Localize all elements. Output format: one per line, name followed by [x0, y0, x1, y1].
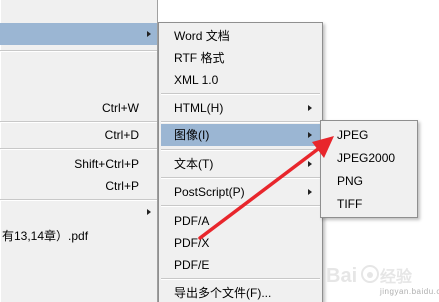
menu-item-recent-file[interactable]: 有13,14章）.pdf — [0, 225, 157, 247]
menu-item-xml[interactable]: XML 1.0 — [161, 69, 320, 91]
submenu-arrow-icon — [308, 132, 312, 138]
menu-item-save-as[interactable] — [0, 23, 157, 45]
image-format-submenu: JPEG JPEG2000 PNG TIFF — [320, 120, 418, 218]
menu-item-label: JPEG — [337, 128, 369, 142]
menu-item-label: PDF/E — [174, 258, 210, 272]
menu-item-label: TIFF — [337, 197, 363, 211]
menu-item-print[interactable]: Ctrl+P — [0, 175, 157, 197]
menu-separator — [0, 50, 157, 52]
menu-item-png[interactable]: PNG — [323, 170, 415, 192]
shortcut-label: Shift+Ctrl+P — [74, 157, 139, 171]
menu-item-label: JPEG2000 — [337, 151, 396, 165]
menu-item-rtf[interactable]: RTF 格式 — [161, 47, 320, 69]
save-as-submenu: Word 文档 RTF 格式 XML 1.0 HTML(H) 图像(I) 文本(… — [158, 22, 323, 302]
menu-separator — [161, 278, 320, 280]
recent-file-label: 有13,14章）.pdf — [2, 229, 89, 243]
shortcut-label: Ctrl+D — [104, 128, 139, 142]
menu-item-label: XML 1.0 — [174, 73, 219, 87]
menu-item-label: 文本(T) — [174, 157, 214, 171]
menu-item-html[interactable]: HTML(H) — [161, 97, 320, 119]
menu-item-image[interactable]: 图像(I) — [161, 124, 320, 146]
menu-item-jpeg2000[interactable]: JPEG2000 — [323, 147, 415, 169]
menu-item-label: PDF/A — [174, 214, 210, 228]
menu-item-label: PNG — [337, 174, 364, 188]
menu-item-tiff[interactable]: TIFF — [323, 193, 415, 215]
menu-item-label: 图像(I) — [174, 128, 210, 142]
watermark-url: jingyan.baidu.com — [380, 287, 439, 296]
menu-item-recent-files[interactable] — [0, 201, 157, 223]
menu-item-pdfa[interactable]: PDF/A — [161, 210, 320, 232]
submenu-arrow-icon — [147, 31, 151, 37]
svg-text:Bai: Bai — [326, 265, 357, 287]
menu-item-close[interactable]: Ctrl+W — [0, 97, 157, 119]
menu-item-word[interactable]: Word 文档 — [161, 25, 320, 47]
menu-separator — [161, 177, 320, 179]
menu-item-postscript[interactable]: PostScript(P) — [161, 181, 320, 203]
menu-separator — [161, 93, 320, 95]
file-menu: Ctrl+W Ctrl+D Shift+Ctrl+P Ctrl+P 有13,14… — [0, 0, 158, 302]
shortcut-label: Ctrl+P — [105, 179, 139, 193]
menu-separator — [161, 149, 320, 151]
menu-item-label: PDF/X — [174, 236, 210, 250]
menu-separator — [0, 148, 157, 150]
svg-text:经验: 经验 — [380, 267, 413, 286]
menu-item-jpeg[interactable]: JPEG — [323, 124, 415, 146]
menu-item-export-multiple[interactable]: 导出多个文件(F)... — [161, 282, 320, 302]
menu-item-label: HTML(H) — [174, 101, 224, 115]
menu-item-label: RTF 格式 — [174, 51, 225, 65]
submenu-arrow-icon — [308, 105, 312, 111]
menu-item-label: PostScript(P) — [174, 185, 245, 199]
menu-item-label: Word 文档 — [174, 29, 230, 43]
shortcut-label: Ctrl+W — [102, 101, 139, 115]
menu-separator — [161, 205, 320, 207]
submenu-arrow-icon — [308, 161, 312, 167]
menu-item-properties[interactable]: Ctrl+D — [0, 124, 157, 146]
menu-item-pdfx[interactable]: PDF/X — [161, 232, 320, 254]
menu-item-pdfe[interactable]: PDF/E — [161, 254, 320, 276]
menu-item-text[interactable]: 文本(T) — [161, 153, 320, 175]
submenu-arrow-icon — [308, 189, 312, 195]
menu-separator — [0, 121, 157, 123]
submenu-arrow-icon — [147, 209, 151, 215]
menu-item-print-setup[interactable]: Shift+Ctrl+P — [0, 153, 157, 175]
screenshot-stage: Ctrl+W Ctrl+D Shift+Ctrl+P Ctrl+P 有13,14… — [0, 0, 439, 302]
menu-item-label: 导出多个文件(F)... — [174, 286, 272, 300]
menu-separator — [161, 121, 320, 123]
